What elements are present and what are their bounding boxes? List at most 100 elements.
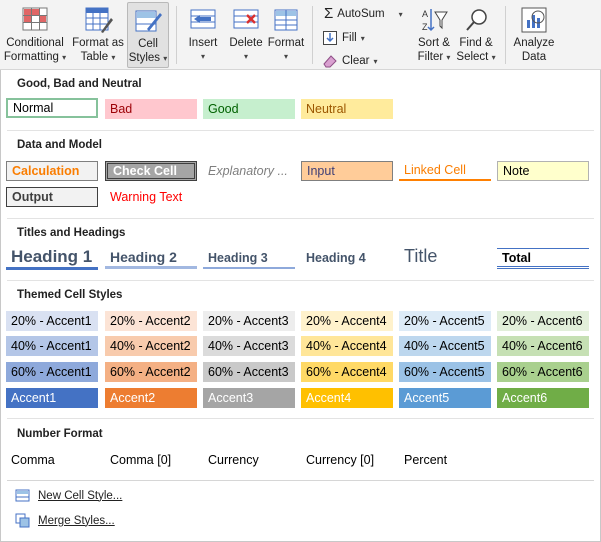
style-20-accent1[interactable]: 20% - Accent1 xyxy=(6,311,98,331)
svg-text:Z: Z xyxy=(422,22,428,32)
style-title[interactable]: Title xyxy=(399,244,491,268)
style-accent5[interactable]: Accent5 xyxy=(399,388,491,408)
sort-filter-button[interactable]: A Z Sort & Filter ▾ xyxy=(412,2,456,68)
style-output[interactable]: Output xyxy=(6,187,98,207)
label: Format xyxy=(267,37,305,49)
style-20-accent5[interactable]: 20% - Accent5 xyxy=(399,311,491,331)
label: Filter ▾ xyxy=(417,51,451,63)
conditional-formatting-icon xyxy=(22,7,48,31)
style-explanatory[interactable]: Explanatory ... xyxy=(203,161,295,181)
style-good[interactable]: Good xyxy=(203,99,295,119)
style-accent2[interactable]: Accent2 xyxy=(105,388,197,408)
style-heading-2[interactable]: Heading 2 xyxy=(105,247,197,269)
style-accent3[interactable]: Accent3 xyxy=(203,388,295,408)
style-accent4[interactable]: Accent4 xyxy=(301,388,393,408)
sort-filter-icon: A Z xyxy=(422,9,448,32)
analyze-data-button[interactable]: Analyze Data xyxy=(510,2,558,68)
label: Delete xyxy=(229,37,263,49)
style-accent1[interactable]: Accent1 xyxy=(6,388,98,408)
section-title: Titles and Headings xyxy=(17,227,126,239)
style-40-accent3[interactable]: 40% - Accent3 xyxy=(203,336,295,356)
style-bad[interactable]: Bad xyxy=(105,99,197,119)
style-20-accent2[interactable]: 20% - Accent2 xyxy=(105,311,197,331)
menu-label: New Cell Style... xyxy=(38,489,123,502)
style-40-accent2[interactable]: 40% - Accent2 xyxy=(105,336,197,356)
format-button[interactable]: Format ▾ xyxy=(266,2,306,68)
style-40-accent6[interactable]: 40% - Accent6 xyxy=(497,336,589,356)
style-20-accent6[interactable]: 20% - Accent6 xyxy=(497,311,589,331)
style-note[interactable]: Note xyxy=(497,161,589,181)
section-title: Data and Model xyxy=(17,139,102,151)
style-check-cell[interactable]: Check Cell xyxy=(105,161,197,181)
label: Table ▾ xyxy=(80,51,116,63)
style-comma[interactable]: Comma xyxy=(6,450,98,470)
style-40-accent1[interactable]: 40% - Accent1 xyxy=(6,336,98,356)
style-normal[interactable]: Normal xyxy=(6,98,98,118)
ribbon: Conditional Formatting ▾ Format as Table… xyxy=(0,0,601,70)
find-magnifier-icon xyxy=(466,9,487,31)
chevron-down-icon: ▾ xyxy=(373,56,378,66)
delete-cells-icon xyxy=(233,9,259,29)
style-20-accent3[interactable]: 20% - Accent3 xyxy=(203,311,295,331)
section-divider xyxy=(7,280,594,281)
style-40-accent4[interactable]: 40% - Accent4 xyxy=(301,336,393,356)
label: Fill xyxy=(342,32,357,44)
label: Insert xyxy=(188,37,218,49)
insert-cells-icon xyxy=(190,9,216,29)
style-heading-4[interactable]: Heading 4 xyxy=(301,248,393,269)
chevron-down-icon: ▾ xyxy=(283,52,288,61)
style-heading-1[interactable]: Heading 1 xyxy=(6,246,98,270)
find-select-button[interactable]: Find & Select ▾ xyxy=(454,2,498,68)
style-warning-text[interactable]: Warning Text xyxy=(105,187,197,207)
style-neutral[interactable]: Neutral xyxy=(301,99,393,119)
label: Clear xyxy=(342,55,370,67)
fill-button[interactable]: Fill ▾ xyxy=(322,30,365,46)
format-as-table-button[interactable]: Format as Table ▾ xyxy=(70,2,126,68)
merge-styles-icon xyxy=(15,513,30,528)
section-divider xyxy=(7,418,594,419)
style-accent6[interactable]: Accent6 xyxy=(497,388,589,408)
label: Find & xyxy=(459,37,493,49)
label: Cell xyxy=(138,38,158,50)
style-40-accent5[interactable]: 40% - Accent5 xyxy=(399,336,491,356)
new-cell-style-menu-item[interactable]: New Cell Style... xyxy=(15,488,122,503)
conditional-formatting-button[interactable]: Conditional Formatting ▾ xyxy=(2,2,68,68)
ribbon-separator xyxy=(312,6,313,64)
label: Data xyxy=(521,51,547,63)
style-calculation[interactable]: Calculation xyxy=(6,161,98,181)
merge-styles-menu-item[interactable]: Merge Styles... xyxy=(15,513,115,528)
style-20-accent4[interactable]: 20% - Accent4 xyxy=(301,311,393,331)
style-60-accent6[interactable]: 60% - Accent6 xyxy=(497,362,589,382)
style-60-accent1[interactable]: 60% - Accent1 xyxy=(6,362,98,382)
style-heading-3[interactable]: Heading 3 xyxy=(203,248,295,269)
cell-styles-icon xyxy=(135,10,162,32)
style-input[interactable]: Input xyxy=(301,161,393,181)
section-divider xyxy=(7,218,594,219)
autosum-button[interactable]: Σ AutoSum ▾ xyxy=(324,6,403,21)
style-linked-cell[interactable]: Linked Cell xyxy=(399,161,491,181)
cell-styles-button[interactable]: Cell Styles ▾ xyxy=(127,2,169,68)
label: Analyze xyxy=(513,37,555,49)
menu-label: Merge Styles... xyxy=(38,514,115,527)
label: Select ▾ xyxy=(456,51,496,63)
label: AutoSum xyxy=(337,8,385,20)
chevron-down-icon: ▾ xyxy=(200,52,205,61)
clear-button[interactable]: Clear ▾ xyxy=(322,53,378,69)
style-currency-0[interactable]: Currency [0] xyxy=(301,450,393,470)
style-comma-0[interactable]: Comma [0] xyxy=(105,450,197,470)
chevron-down-icon: ▾ xyxy=(243,52,248,61)
style-percent[interactable]: Percent xyxy=(399,450,491,470)
section-title: Themed Cell Styles xyxy=(17,289,123,301)
style-60-accent5[interactable]: 60% - Accent5 xyxy=(399,362,491,382)
chevron-down-icon: ▾ xyxy=(398,9,403,19)
ribbon-separator xyxy=(505,6,506,64)
chevron-down-icon: ▾ xyxy=(360,33,365,43)
ribbon-separator xyxy=(176,6,177,64)
delete-button[interactable]: Delete ▾ xyxy=(226,2,266,68)
insert-button[interactable]: Insert ▾ xyxy=(182,2,224,68)
style-60-accent2[interactable]: 60% - Accent2 xyxy=(105,362,197,382)
style-total[interactable]: Total xyxy=(497,248,589,269)
style-60-accent4[interactable]: 60% - Accent4 xyxy=(301,362,393,382)
style-currency[interactable]: Currency xyxy=(203,450,295,470)
style-60-accent3[interactable]: 60% - Accent3 xyxy=(203,362,295,382)
